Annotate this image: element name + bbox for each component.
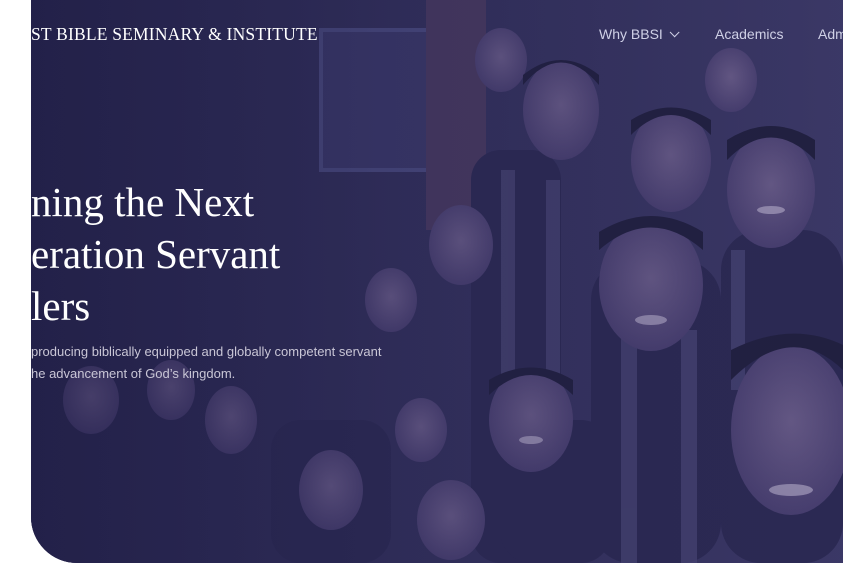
nav-item-academics[interactable]: Academics — [715, 26, 783, 42]
hero-subtext: producing biblically equipped and global… — [31, 341, 382, 385]
hero-section: ST BIBLE SEMINARY & INSTITUTE Why BBSI A… — [31, 0, 843, 563]
nav-item-admissions[interactable]: Admissio — [818, 26, 843, 42]
hero-headline-line-1: ning the Next — [31, 179, 255, 225]
site-brand-logo[interactable]: ST BIBLE SEMINARY & INSTITUTE — [31, 24, 318, 45]
hero-headline: ning the Next eration Servant lers — [31, 176, 280, 332]
nav-item-label: Why BBSI — [599, 26, 663, 42]
nav-item-label: Admissio — [818, 26, 843, 42]
nav-item-why-bbsi[interactable]: Why BBSI — [599, 26, 680, 42]
hero-subtext-line-2: he advancement of God’s kingdom. — [31, 366, 236, 381]
nav-item-label: Academics — [715, 26, 784, 42]
hero-headline-line-3: lers — [31, 283, 91, 329]
hero-subtext-line-1: producing biblically equipped and global… — [31, 344, 382, 359]
hero-headline-line-2: eration Servant — [31, 231, 281, 277]
